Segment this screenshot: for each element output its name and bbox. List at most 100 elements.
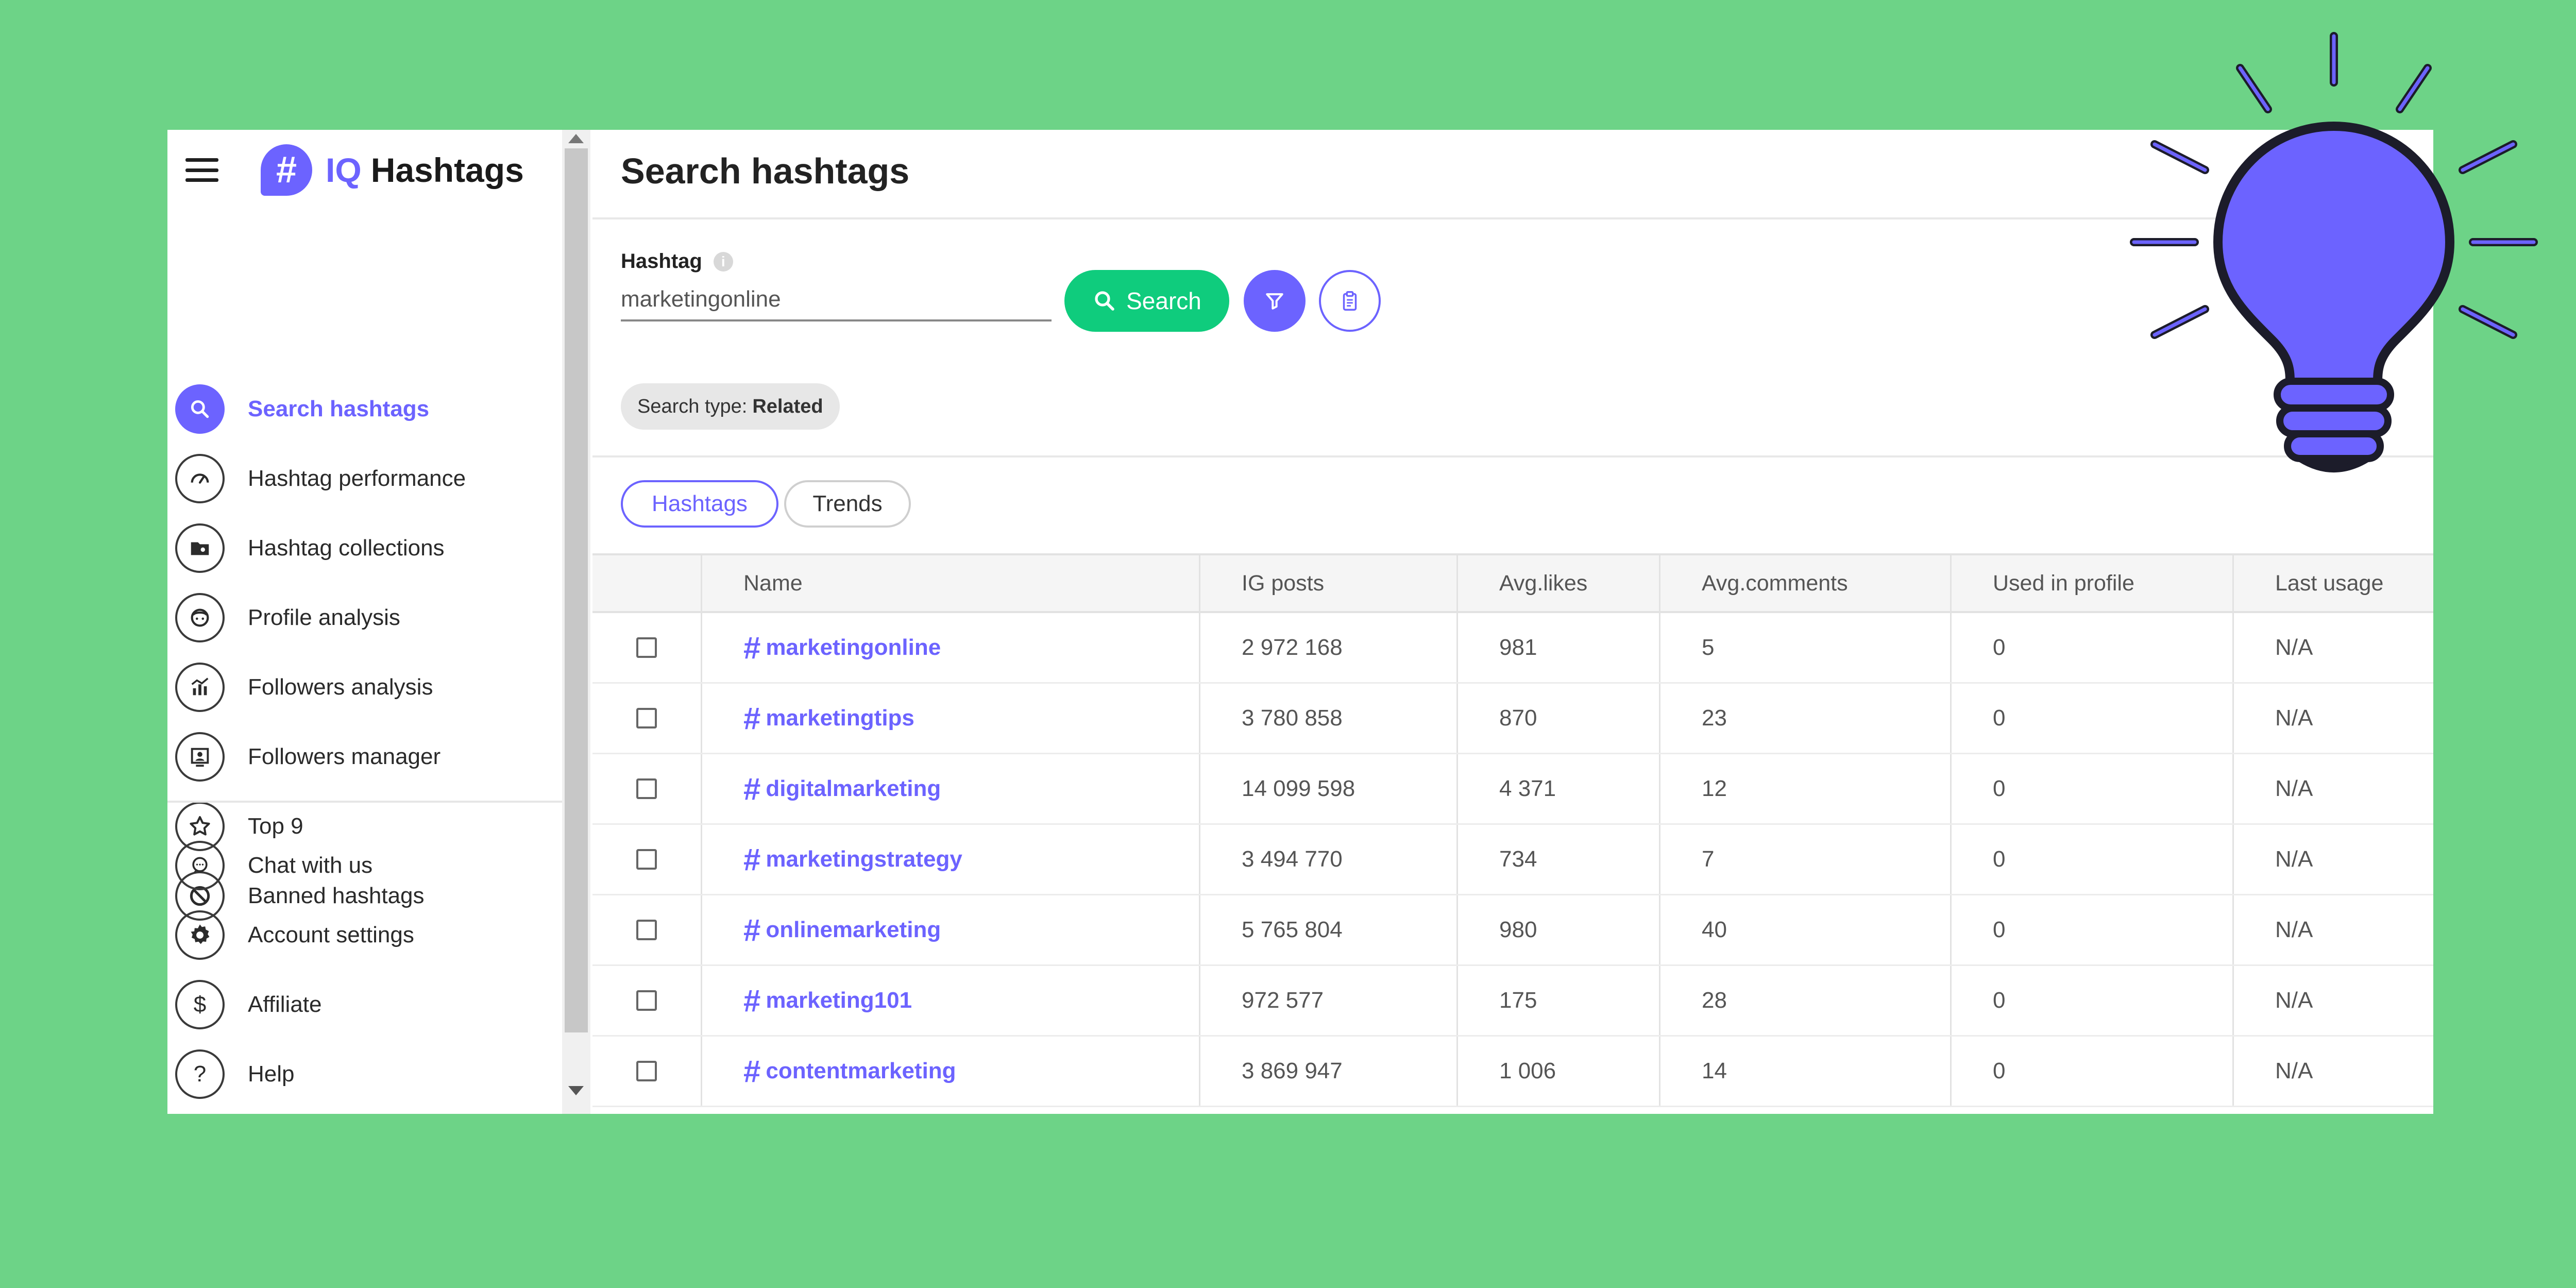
hashtag-icon: # (743, 630, 761, 665)
column-header-avg-likes[interactable]: Avg.likes (1456, 555, 1659, 611)
table-row[interactable]: # marketingtips 3 780 858 870 23 0 N/A (592, 684, 2433, 754)
hashtag-name-cell[interactable]: # onlinemarketing (701, 895, 1199, 964)
column-header-avg-comments[interactable]: Avg.comments (1659, 555, 1950, 611)
hashtag-name[interactable]: marketingstrategy (766, 846, 962, 872)
filter-button[interactable] (1244, 270, 1306, 332)
row-select-cell (592, 613, 701, 682)
sidebar-bottom-nav: Chat with us Account settings $ Affiliat… (175, 831, 562, 1109)
search-button[interactable]: Search (1064, 270, 1229, 332)
row-checkbox[interactable] (636, 708, 657, 728)
row-checkbox[interactable] (636, 849, 657, 870)
table-row[interactable]: # onlinemarketing 5 765 804 980 40 0 N/A (592, 895, 2433, 966)
hashtag-field-label: Hashtag i (621, 250, 733, 273)
scrollbar-thumb[interactable] (565, 148, 588, 1032)
analytics-icon (175, 662, 225, 712)
sidebar-item-label: Account settings (248, 922, 414, 947)
table-row[interactable]: # marketingonline 2 972 168 981 5 0 N/A (592, 613, 2433, 684)
ig-posts-cell: 14 099 598 (1199, 754, 1456, 823)
avg-likes-cell: 175 (1456, 966, 1659, 1035)
sidebar-item-account-settings[interactable]: Account settings (175, 900, 562, 970)
row-checkbox[interactable] (636, 637, 657, 658)
avg-likes-cell: 4 371 (1456, 754, 1659, 823)
page-title: Search hashtags (621, 151, 910, 191)
sidebar-item-profile-analysis[interactable]: Profile analysis (175, 583, 562, 652)
hashtag-name[interactable]: digitalmarketing (766, 776, 941, 802)
ig-posts-cell: 3 494 770 (1199, 825, 1456, 894)
last-usage-cell: N/A (2232, 684, 2433, 753)
sidebar-item-followers-manager[interactable]: Followers manager (175, 722, 562, 791)
logo-iq: IQ (326, 151, 362, 189)
avg-comments-cell: 28 (1659, 966, 1950, 1035)
row-checkbox[interactable] (636, 920, 657, 940)
sidebar-item-search-hashtags[interactable]: Search hashtags (175, 374, 562, 444)
avg-comments-cell: 14 (1659, 1037, 1950, 1106)
avg-likes-cell: 870 (1456, 684, 1659, 753)
row-checkbox[interactable] (636, 990, 657, 1011)
sidebar-item-chat[interactable]: Chat with us (175, 831, 562, 900)
hashtag-name[interactable]: marketing101 (766, 988, 912, 1013)
avg-comments-cell: 12 (1659, 754, 1950, 823)
avg-likes-cell: 734 (1456, 825, 1659, 894)
sidebar-item-followers-analysis[interactable]: Followers analysis (175, 652, 562, 722)
table-header: Name IG posts Avg.likes Avg.comments Use… (592, 553, 2433, 613)
hashtag-name-cell[interactable]: # marketingstrategy (701, 825, 1199, 894)
hashtag-name-cell[interactable]: # contentmarketing (701, 1037, 1199, 1106)
column-header-used-in-profile[interactable]: Used in profile (1950, 555, 2232, 611)
hashtag-name[interactable]: marketingtips (766, 705, 914, 731)
hashtag-name-cell[interactable]: # marketingtips (701, 684, 1199, 753)
used-in-profile-cell: 0 (1950, 1037, 2232, 1106)
table-row[interactable]: # digitalmarketing 14 099 598 4 371 12 0 N/A (592, 754, 2433, 825)
last-usage-cell: N/A (2232, 825, 2433, 894)
tab-hashtags[interactable]: Hashtags (621, 480, 778, 528)
table-row[interactable]: # marketingstrategy 3 494 770 734 7 0 N/A (592, 825, 2433, 895)
table-row[interactable]: # marketing101 972 577 175 28 0 N/A (592, 966, 2433, 1037)
used-in-profile-cell: 0 (1950, 754, 2232, 823)
row-checkbox[interactable] (636, 1061, 657, 1081)
row-select-cell (592, 1037, 701, 1106)
table-row[interactable]: # contentmarketing 3 869 947 1 006 14 0 N/A (592, 1037, 2433, 1107)
sidebar-item-hashtag-performance[interactable]: Hashtag performance (175, 444, 562, 513)
last-usage-cell: N/A (2232, 1037, 2433, 1106)
hashtag-name[interactable]: marketingonline (766, 635, 941, 660)
hashtag-input[interactable] (621, 279, 1052, 321)
last-usage-cell: N/A (2232, 895, 2433, 964)
info-icon[interactable]: i (713, 251, 733, 272)
last-usage-cell: N/A (2232, 966, 2433, 1035)
hashtag-icon: # (743, 842, 761, 877)
hashtag-name-cell[interactable]: # marketingonline (701, 613, 1199, 682)
column-header-name[interactable]: Name (701, 555, 1199, 611)
hashtag-name[interactable]: onlinemarketing (766, 917, 941, 943)
search-icon (175, 384, 225, 434)
hashtag-icon: # (743, 912, 761, 947)
row-checkbox[interactable] (636, 778, 657, 799)
clipboard-button[interactable] (1319, 270, 1381, 332)
avg-likes-cell: 1 006 (1456, 1037, 1659, 1106)
hashtag-name-cell[interactable]: # digitalmarketing (701, 754, 1199, 823)
sidebar-item-help[interactable]: ? Help (175, 1039, 562, 1109)
help-icon: ? (175, 1049, 225, 1099)
sidebar-scrollbar[interactable] (562, 130, 590, 1114)
hashtag-name-cell[interactable]: # marketing101 (701, 966, 1199, 1035)
sidebar: # IQ Hashtags Search hashtags Hashtag pe… (167, 130, 562, 1114)
hashtag-name[interactable]: contentmarketing (766, 1058, 956, 1084)
menu-icon[interactable] (185, 158, 218, 182)
sidebar-item-hashtag-collections[interactable]: Hashtag collections (175, 513, 562, 583)
tab-trends[interactable]: Trends (784, 480, 911, 528)
hashtag-icon: # (743, 771, 761, 806)
scroll-down-icon[interactable] (568, 1086, 584, 1095)
used-in-profile-cell: 0 (1950, 825, 2232, 894)
used-in-profile-cell: 0 (1950, 613, 2232, 682)
ig-posts-cell: 5 765 804 (1199, 895, 1456, 964)
app-window: # IQ Hashtags Search hashtags Hashtag pe… (167, 130, 2433, 1114)
gear-icon (175, 910, 225, 960)
brand-bar: # IQ Hashtags (185, 139, 524, 201)
ig-posts-cell: 2 972 168 (1199, 613, 1456, 682)
avg-comments-cell: 5 (1659, 613, 1950, 682)
sidebar-item-affiliate[interactable]: $ Affiliate (175, 970, 562, 1039)
sidebar-item-label: Profile analysis (248, 604, 400, 630)
column-header-last-usage[interactable]: Last usage (2232, 555, 2433, 611)
person-card-icon (175, 732, 225, 782)
scroll-up-icon[interactable] (568, 134, 584, 143)
column-header-ig-posts[interactable]: IG posts (1199, 555, 1456, 611)
lightbulb-icon (2130, 32, 2538, 472)
